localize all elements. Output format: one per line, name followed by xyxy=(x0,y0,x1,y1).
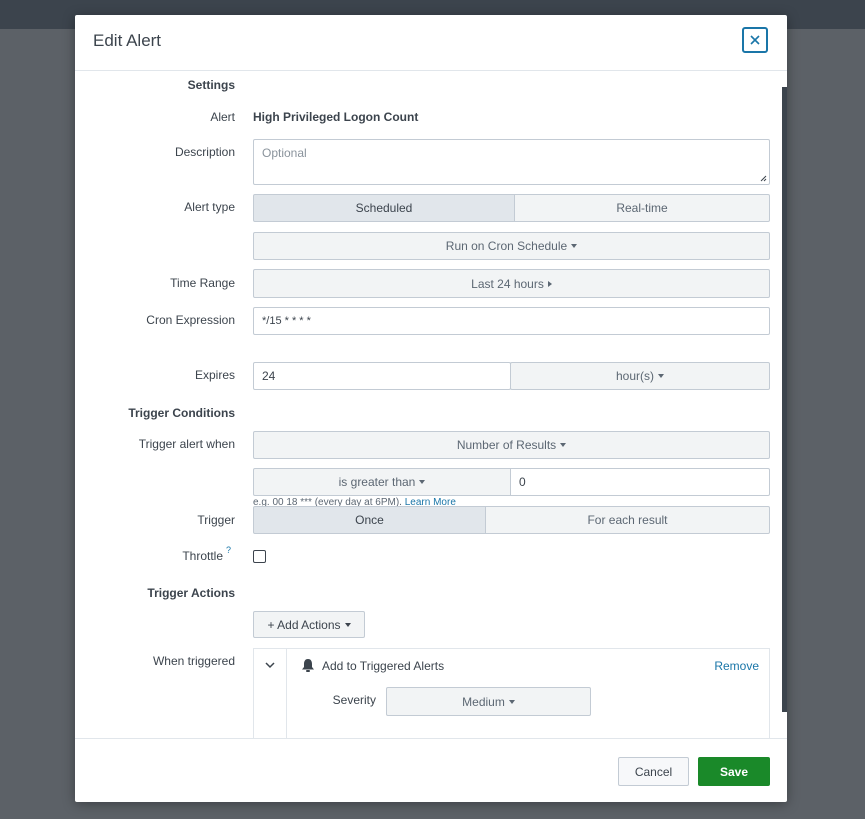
severity-label: Severity xyxy=(332,693,376,707)
alert-type-label: Alert type xyxy=(184,200,235,214)
save-button[interactable]: Save xyxy=(698,757,770,786)
caret-down-icon xyxy=(571,244,578,248)
dialog-title: Edit Alert xyxy=(93,31,162,50)
schedule-dropdown[interactable]: Run on Cron Schedule xyxy=(253,232,770,260)
severity-dropdown[interactable]: Medium xyxy=(386,687,591,716)
description-field[interactable]: Optional xyxy=(253,139,770,185)
cron-expression-input[interactable]: */15 * * * * xyxy=(253,307,770,335)
trigger-conditions-title: Trigger Conditions xyxy=(128,406,235,420)
alert-label: Alert xyxy=(210,110,235,124)
caret-right-icon xyxy=(547,280,552,287)
throttle-help-icon[interactable]: ? xyxy=(226,545,231,555)
caret-down-icon xyxy=(344,622,351,627)
throttle-checkbox[interactable] xyxy=(253,550,266,563)
cron-expression-label: Cron Expression xyxy=(146,313,235,327)
when-triggered-label: When triggered xyxy=(152,654,235,668)
trigger-alert-when-label: Trigger alert when xyxy=(138,437,235,451)
resize-handle-icon xyxy=(760,175,767,182)
expires-input[interactable]: 24 xyxy=(253,362,511,390)
trigger-label: Trigger xyxy=(197,513,235,527)
trigger-for-each-result[interactable]: For each result xyxy=(485,506,770,534)
edit-alert-dialog: Edit Alert Settings Alert High Privilege… xyxy=(75,15,787,802)
comparator-dropdown[interactable]: is greater than xyxy=(253,468,511,496)
bell-icon xyxy=(302,659,314,672)
alert-type-realtime[interactable]: Real-time xyxy=(514,194,770,222)
throttle-label: Throttle xyxy=(182,549,223,563)
add-actions-label: + Add Actions xyxy=(267,617,341,632)
chevron-down-icon[interactable] xyxy=(265,662,275,669)
description-label: Description xyxy=(174,145,235,159)
caret-down-icon xyxy=(560,443,567,447)
remove-action-link[interactable]: Remove xyxy=(714,659,759,673)
schedule-dropdown-label: Run on Cron Schedule xyxy=(445,239,568,253)
comparator-value: is greater than xyxy=(338,475,416,489)
alert-name: High Privileged Logon Count xyxy=(253,110,419,124)
description-placeholder: Optional xyxy=(262,146,307,160)
action-divider xyxy=(286,649,287,738)
add-actions-button[interactable]: + Add Actions xyxy=(253,611,365,638)
triggered-action-panel: Add to Triggered Alerts Remove Severity … xyxy=(253,648,770,738)
expires-unit-label: hour(s) xyxy=(615,369,654,383)
severity-value: Medium xyxy=(462,694,505,709)
time-range-value: Last 24 hours xyxy=(471,276,544,291)
trigger-condition-dropdown[interactable]: Number of Results xyxy=(253,431,770,459)
scrollbar[interactable] xyxy=(782,87,787,712)
dialog-header: Edit Alert xyxy=(75,15,787,71)
close-button[interactable] xyxy=(742,27,768,53)
caret-down-icon xyxy=(419,480,426,484)
dialog-footer: Cancel Save xyxy=(75,738,787,803)
time-range-label: Time Range xyxy=(170,276,235,290)
trigger-once[interactable]: Once xyxy=(253,506,486,534)
settings-section-title: Settings xyxy=(187,78,235,92)
action-name: Add to Triggered Alerts xyxy=(322,659,445,673)
expires-unit-dropdown[interactable]: hour(s) xyxy=(510,362,770,390)
threshold-input[interactable]: 0 xyxy=(510,468,770,496)
caret-down-icon xyxy=(658,374,664,378)
cancel-button[interactable]: Cancel xyxy=(618,757,689,786)
caret-down-icon xyxy=(508,699,515,704)
alert-type-scheduled[interactable]: Scheduled xyxy=(253,194,515,222)
time-range-picker[interactable]: Last 24 hours xyxy=(253,269,770,298)
dialog-body: Settings Alert High Privileged Logon Cou… xyxy=(75,71,787,738)
trigger-actions-title: Trigger Actions xyxy=(147,586,235,600)
expires-label: Expires xyxy=(194,368,235,382)
close-icon xyxy=(750,35,760,45)
trigger-condition-value: Number of Results xyxy=(456,438,557,452)
